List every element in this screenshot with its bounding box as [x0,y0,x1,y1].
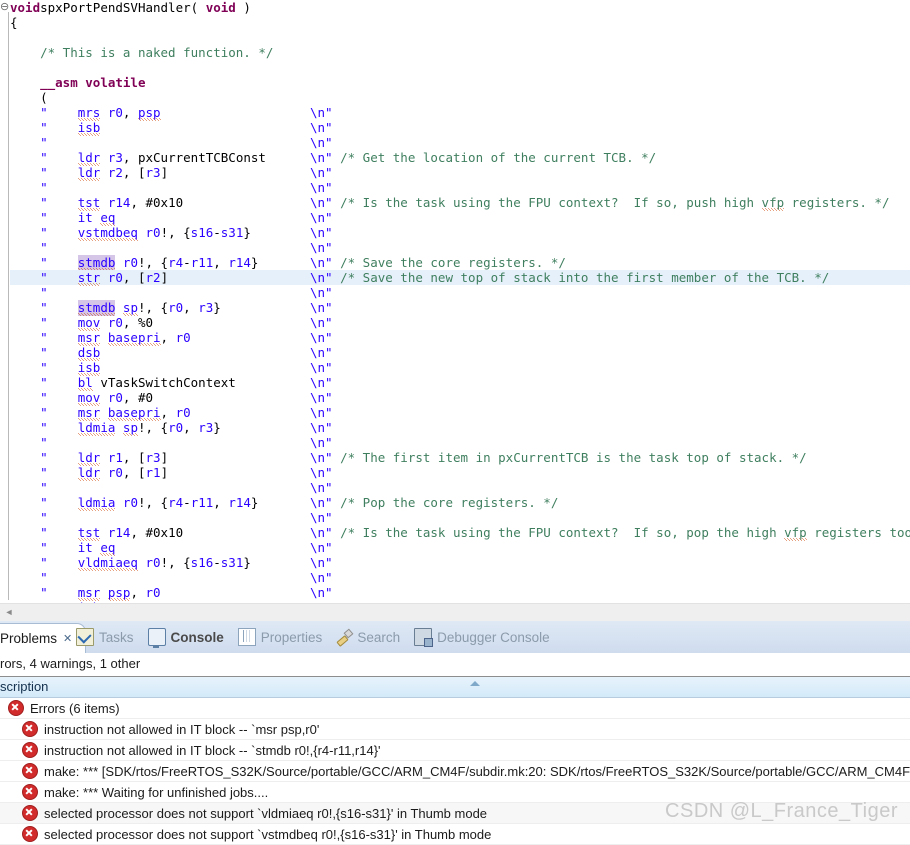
tasks-icon [76,628,94,646]
problem-description: make: *** Waiting for unfinished jobs...… [44,784,269,800]
close-icon[interactable]: ✕ [63,632,72,645]
tab-debugger-console[interactable]: Debugger Console [414,628,550,647]
code-line[interactable]: " \n" [10,570,910,585]
code-line[interactable]: " ldmia r0!, {r4-r11, r14} \n" /* Pop the… [10,495,910,511]
code-line[interactable]: " ldr r2, [r3] \n" [10,165,910,181]
problem-row[interactable]: instruction not allowed in IT block -- `… [0,719,910,740]
tab-console[interactable]: Console [147,628,224,648]
fold-range-line [8,12,9,600]
error-icon [22,721,38,737]
problem-description: instruction not allowed in IT block -- `… [44,742,381,758]
problem-description: instruction not allowed in IT block -- `… [44,721,320,737]
code-line[interactable]: " vldmiaeq r0!, {s16-s31} \n" [10,555,910,571]
code-line[interactable]: " \n" [10,180,910,195]
console-icon [147,628,166,648]
properties-icon [237,628,256,646]
tab-label: Console [170,629,224,645]
error-icon [22,805,38,821]
code-line[interactable]: /* This is a naked function. */ [10,45,910,60]
error-icon [22,784,38,800]
code-line[interactable]: " mov r0, %0 \n" [10,315,910,331]
code-line[interactable]: " tst r14, #0x10 \n" /* Is the task using… [10,195,910,211]
column-header-description[interactable]: scription [0,676,910,698]
code-line[interactable]: " str r0, [r2] \n" /* Save the new top of… [10,270,910,286]
problem-row[interactable]: make: *** [SDK/rtos/FreeRTOS_S32K/Source… [0,761,910,782]
error-icon [22,742,38,758]
scroll-left-arrow-icon[interactable]: ◄ [4,607,14,617]
editor-horizontal-scrollbar[interactable]: ◄ [0,603,910,622]
problem-description: selected processor does not support `vld… [44,805,488,821]
code-line[interactable]: " isb\n" [10,360,910,376]
panel-tab-bar: Problems ✕ Tasks Console Properties Search D… [0,621,910,653]
tab-properties[interactable]: Properties [237,628,323,646]
search-icon [336,629,352,645]
code-line[interactable]: " mov r0, #0 \n" [10,390,910,406]
sort-ascending-icon[interactable] [470,681,480,686]
code-line[interactable] [10,60,910,75]
code-line[interactable] [10,30,910,45]
tab-tasks[interactable]: Tasks [76,628,134,646]
code-line[interactable]: " \n" [10,285,910,300]
problem-description: make: *** [SDK/rtos/FreeRTOS_S32K/Source… [44,763,910,779]
column-header-label: scription [0,679,49,694]
code-line[interactable]: " \n" [10,510,910,525]
code-line[interactable]: ( [10,90,910,105]
problem-description: Errors (6 items) [30,700,120,716]
code-fold-collapse-icon[interactable]: ⊖ [0,2,10,13]
problems-summary: rors, 4 warnings, 1 other [0,653,910,675]
tab-label: Tasks [99,629,134,645]
code-editor[interactable]: ⊖ voidspxPortPendSVHandler( void ){ /* T… [0,0,910,603]
code-line[interactable]: " \n" [10,135,910,150]
code-line[interactable]: " ldmia sp!, {r0, r3} \n" [10,420,910,436]
code-line[interactable]: " bl vTaskSwitchContext \n" [10,375,910,391]
code-line[interactable]: " \n" [10,240,910,255]
code-line[interactable]: __asm volatile [10,75,910,90]
code-line[interactable]: voidspxPortPendSVHandler( void ) [10,0,910,15]
problem-description: selected processor does not support `vst… [44,826,492,842]
problem-row[interactable]: instruction not allowed in IT block -- `… [0,740,910,761]
code-line[interactable]: " mrs r0, psp \n" [10,105,910,121]
code-line[interactable]: " \n" [10,480,910,495]
code-line[interactable]: " msr basepri, r0 \n" [10,330,910,346]
problem-row[interactable]: selected processor does not support `vld… [0,803,910,824]
code-line[interactable]: " vstmdbeq r0!, {s16-s31} \n" [10,225,910,241]
code-line[interactable]: " dsb \n" [10,345,910,361]
problems-panel: Problems ✕ Tasks Console Properties Search D… [0,621,910,845]
tab-label: Search [357,629,401,645]
problem-row[interactable]: make: *** Waiting for unfinished jobs...… [0,782,910,803]
code-line[interactable]: " it eq \n" [10,210,910,226]
code-line[interactable]: " stmdb r0!, {r4-r11, r14} \n" /* Save th… [10,255,910,271]
code-line[interactable]: " msr psp, r0 \n" [10,585,910,601]
code-line[interactable]: " ldr r0, [r1] \n" [10,465,910,481]
code-line[interactable]: " ldr r1, [r3] \n" /* The first item in p… [10,450,910,466]
tab-problems-label: Problems [0,631,58,646]
problems-list[interactable]: Errors (6 items) instruction not allowed … [0,698,910,845]
code-line[interactable]: " it eq \n" [10,540,910,556]
error-icon [8,700,24,716]
error-icon [22,763,38,779]
tab-label: Properties [260,629,323,645]
code-line[interactable]: " isb\n" [10,120,910,136]
code-line[interactable]: " tst r14, #0x10 \n" /* Is the task using… [10,525,910,541]
tab-problems[interactable]: Problems ✕ [0,623,87,653]
source-code[interactable]: voidspxPortPendSVHandler( void ){ /* Thi… [10,0,910,603]
code-line[interactable]: { [10,15,910,30]
error-icon [22,826,38,842]
debugger-console-icon [414,628,434,647]
problems-group-row[interactable]: Errors (6 items) [0,698,910,719]
inactive-tabs: Tasks Console Properties Search Debugger Con… [76,621,564,653]
code-line[interactable]: " \n" [10,435,910,450]
code-line[interactable]: " msr basepri, r0 \n" [10,405,910,421]
tab-label: Debugger Console [437,629,550,645]
problem-row[interactable]: selected processor does not support `vst… [0,824,910,845]
code-line[interactable]: " stmdb sp!, {r0, r3} \n" [10,300,910,316]
tab-search[interactable]: Search [336,629,400,645]
code-line[interactable]: " ldr r3, pxCurrentTCBConst \n" /* Get th… [10,150,910,166]
folding-gutter[interactable]: ⊖ [0,0,10,603]
